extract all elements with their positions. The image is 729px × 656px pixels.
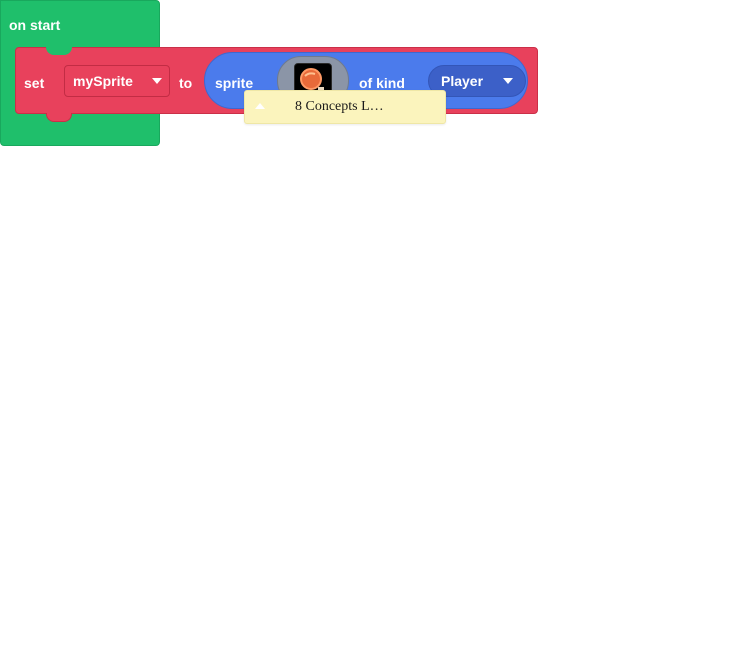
chevron-down-icon: [152, 78, 162, 84]
tooltip: 8 Concepts L…: [244, 90, 446, 124]
block-notch-top: [46, 47, 72, 55]
on-start-label: on start: [9, 17, 61, 33]
set-label: set: [24, 75, 45, 91]
tooltip-text: 8 Concepts L…: [295, 99, 384, 114]
tooltip-arrow-icon: [255, 103, 265, 109]
variable-dropdown[interactable]: mySprite: [64, 65, 170, 97]
variable-name: mySprite: [73, 73, 133, 89]
to-label: to: [179, 75, 193, 91]
sprite-kind-value: Player: [441, 73, 484, 89]
blocks-workspace[interactable]: on start set mySprite to sprite of kind …: [0, 0, 729, 656]
block-notch-bottom: [46, 113, 72, 122]
chevron-down-icon: [503, 78, 513, 84]
